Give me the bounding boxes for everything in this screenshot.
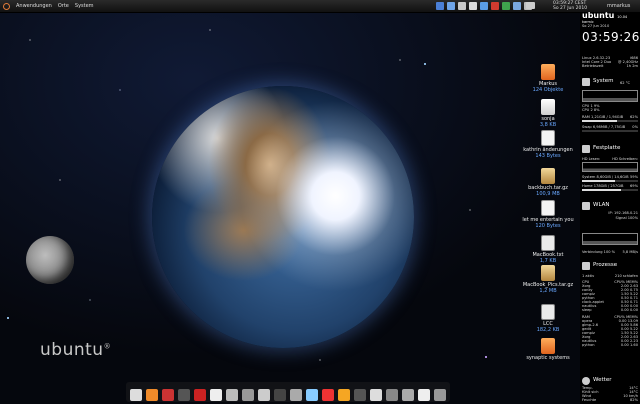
dock-launcher-icon[interactable] <box>354 389 366 401</box>
user-menu[interactable]: mmarkus <box>607 3 630 9</box>
process-icon <box>582 262 590 270</box>
disk-graph <box>582 162 638 172</box>
desktop-icon[interactable]: MacBook.txt 1,7 KB <box>518 235 578 264</box>
menu-places[interactable]: Orte <box>58 3 69 9</box>
system-tray <box>436 2 532 10</box>
dock-launcher-icon[interactable] <box>274 389 286 401</box>
mail-icon[interactable] <box>526 2 535 9</box>
text-file-icon <box>541 130 555 146</box>
tray-network-icon[interactable] <box>436 2 444 10</box>
desktop-icon[interactable]: MacBook_Pics.tar.gz 1,2 MB <box>518 265 578 294</box>
disk-system-bar <box>582 180 638 182</box>
desktop-icon[interactable]: synaptic systems <box>518 338 578 361</box>
tray-bluetooth-icon[interactable] <box>480 2 488 10</box>
panel-clock-date: So 27 Jun 2010 <box>553 6 588 11</box>
text-file-icon <box>541 200 555 216</box>
moon-wallpaper <box>26 236 74 284</box>
ram-bar <box>582 120 638 122</box>
folder-icon <box>541 64 555 80</box>
disk-io-line: HD Lesen: HD Schreiben: <box>582 157 638 161</box>
process-title: Prozesse <box>593 262 618 268</box>
cpu-graph <box>582 90 638 102</box>
earth-wallpaper <box>152 86 414 348</box>
conky-sidebar: ubuntu 10.04 karmic So 27 Jun 2010 03:59… <box>580 12 640 404</box>
dock-launcher-icon[interactable] <box>338 389 350 401</box>
process-summary: 1 aktiv 210 schlafen <box>582 274 638 278</box>
file-icon <box>541 99 555 115</box>
desktop-icon[interactable]: Markus 124 Objekte <box>518 64 578 93</box>
cpu-temp: 62 °C <box>620 81 631 85</box>
app-launcher-icon <box>541 338 555 354</box>
document-icon <box>541 304 555 320</box>
desktop-icon[interactable]: backbuch.tar.gz 100,9 MB <box>518 168 578 197</box>
desktop-icon[interactable]: sonja 3,8 KB <box>518 99 578 128</box>
conky-brand: ubuntu 10.04 karmic <box>582 12 628 25</box>
tray-update-icon[interactable] <box>447 2 455 10</box>
main-menu: Anwendungen Orte System <box>0 2 94 10</box>
tray-monitor-icon[interactable] <box>469 2 477 10</box>
dock-launcher-icon[interactable] <box>242 389 254 401</box>
desktop-icon[interactable]: let me entertain you 120 Bytes <box>518 200 578 229</box>
top-panel: Anwendungen Orte System 03:59:27 CEST So… <box>0 0 640 13</box>
dock-launcher-icon[interactable] <box>402 389 414 401</box>
wlan-icon <box>582 202 590 210</box>
swap-line: Swap 6,98MiB / 7,75GiB 0% <box>582 125 638 129</box>
desktop-icon[interactable]: kathrin änderungen 143 Bytes <box>518 130 578 159</box>
process-row: sleep 0.00 0.00 <box>582 308 638 312</box>
wlan-graph <box>582 233 638 245</box>
disk-icon <box>582 145 590 153</box>
panel-clock[interactable]: 03:59:27 CEST So 27 Jun 2010 <box>553 1 587 11</box>
process-row: python 0.00 1.60 <box>582 343 638 347</box>
ubuntu-watermark: ubuntu® <box>40 340 112 360</box>
dock-launcher-icon[interactable] <box>290 389 302 401</box>
weather-humidity: Feuchte 82% <box>582 398 638 402</box>
dock-launcher-icon[interactable] <box>258 389 270 401</box>
conky-time: 03:59:26 <box>582 30 640 44</box>
wlan-connection-line: Verbindung 100 % 5,8 MB/s <box>582 250 638 254</box>
menu-system[interactable]: System <box>75 3 94 9</box>
ram-line: RAM 1,21GiB / 1,94GiB 62% <box>582 115 638 119</box>
menu-applications[interactable]: Anwendungen <box>16 3 52 9</box>
weather-icon <box>582 377 590 385</box>
system-icon <box>582 78 590 86</box>
weather-title: Wetter <box>593 377 612 383</box>
dock-launcher-icon[interactable] <box>130 389 142 401</box>
disk-home-bar <box>582 189 638 191</box>
swap-bar <box>582 130 638 132</box>
tray-files-icon[interactable] <box>458 2 466 10</box>
archive-icon <box>541 265 555 281</box>
dock-launcher-icon[interactable] <box>386 389 398 401</box>
dock-launcher-icon[interactable] <box>434 389 446 401</box>
system-title: System <box>593 78 614 84</box>
archive-icon <box>541 168 555 184</box>
disk-home-line: Home 178GiB / 257GiB 69% <box>582 184 638 188</box>
desktop-icon[interactable]: LCC 182,2 KB <box>518 304 578 333</box>
wlan-title: WLAN <box>593 202 610 208</box>
document-icon <box>541 235 555 251</box>
disk-title: Festplatte <box>593 145 621 151</box>
dock-launcher-icon[interactable] <box>210 389 222 401</box>
tray-record-icon[interactable] <box>491 2 499 10</box>
wlan-ip: IP: 192.168.0.21 <box>608 211 638 215</box>
dock-launcher-icon[interactable] <box>162 389 174 401</box>
dock-launcher-icon[interactable] <box>370 389 382 401</box>
dock <box>126 382 450 402</box>
wlan-signal: Signal 100% <box>615 216 638 220</box>
tray-chat-icon[interactable] <box>513 2 521 10</box>
dock-launcher-icon[interactable] <box>418 389 430 401</box>
dock-launcher-icon[interactable] <box>226 389 238 401</box>
dock-launcher-icon[interactable] <box>146 389 158 401</box>
dock-launcher-icon[interactable] <box>194 389 206 401</box>
disk-system-line: System 8,60GiB / 14,6GiB 59% <box>582 175 638 179</box>
dock-launcher-icon[interactable] <box>178 389 190 401</box>
cpu2-line: CPU 2 8% <box>582 108 600 112</box>
tray-battery-icon[interactable] <box>502 2 510 10</box>
dock-launcher-icon[interactable] <box>306 389 318 401</box>
ubuntu-logo-icon <box>3 2 10 10</box>
dock-launcher-icon[interactable] <box>322 389 334 401</box>
sysinfo-line: Betriebszeit 1h 2m <box>582 64 638 68</box>
conky-date: So 27 Jun 2010 <box>582 24 610 28</box>
